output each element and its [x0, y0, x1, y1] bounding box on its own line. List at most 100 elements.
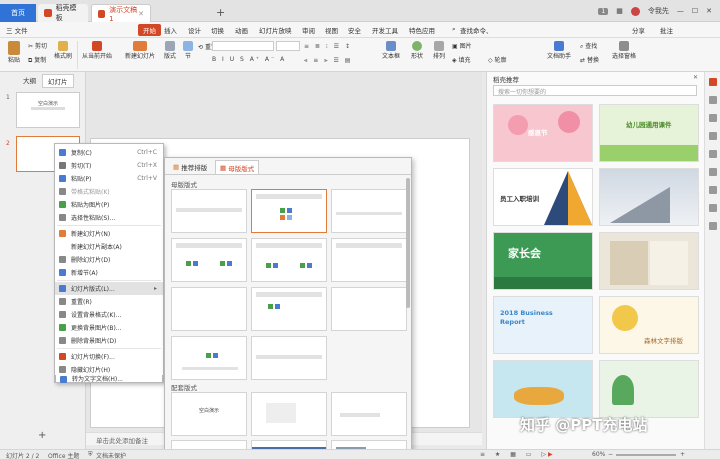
menu-item-paste-formatted[interactable]: 带格式粘贴(K)	[55, 185, 163, 198]
menu-item-delete-background[interactable]: 删除背景图片(D)	[55, 334, 163, 347]
replace-button[interactable]: ⇄ 替换	[580, 55, 599, 64]
view-buttons[interactable]: ≡ ★ ▦ ▭ ▷	[480, 451, 550, 458]
template-card[interactable]	[599, 232, 699, 290]
menu-animation[interactable]: 动画	[235, 25, 248, 35]
menu-item-change-background[interactable]: 更换背景图片(B)...	[55, 321, 163, 334]
menu-item-new-slide[interactable]: 新建幻灯片(N)	[55, 227, 163, 240]
tab-recommended-layout[interactable]: ▦ 推荐排版	[169, 160, 211, 174]
close-pane-icon[interactable]: ✕	[693, 74, 698, 81]
align-buttons[interactable]: ⫷ ≡ ⫸ ☰ ▤	[304, 57, 352, 65]
paragraph-buttons[interactable]: ≡ ≣ ⁝ ☰ ↕	[304, 43, 352, 50]
add-slide-icon[interactable]: +	[38, 430, 46, 441]
palette-icon[interactable]	[709, 132, 717, 140]
layout-thumbnail[interactable]	[331, 238, 407, 282]
menu-item-cut[interactable]: 剪切(T) Ctrl+X	[55, 159, 163, 172]
menu-start[interactable]: 开始	[138, 24, 161, 36]
docer-icon[interactable]	[709, 78, 717, 86]
popup-scrollbar[interactable]	[406, 178, 410, 308]
share-button[interactable]: 分享	[632, 25, 645, 35]
command-search[interactable]: 查找命令、	[460, 25, 493, 35]
avatar[interactable]	[630, 6, 640, 16]
zoom-level[interactable]: 60%	[592, 451, 605, 458]
menu-item-slide-transition[interactable]: 幻灯片切换(F)...	[55, 350, 163, 363]
layout-thumbnail[interactable]	[251, 238, 327, 282]
maximize-icon[interactable]: ☐	[692, 7, 698, 15]
protect-status[interactable]: 文档未保护	[96, 451, 126, 459]
zoom-out-icon[interactable]: −	[608, 451, 613, 458]
template-search-input[interactable]: 搜索一切你想要的	[493, 85, 697, 96]
textbox-button[interactable]: 文本框	[378, 41, 404, 60]
layout-thumbnail[interactable]	[331, 287, 407, 331]
tab-master-layout[interactable]: ▦ 母版版式	[215, 160, 260, 174]
menu-developer[interactable]: 开发工具	[372, 25, 398, 35]
minimize-icon[interactable]: —	[677, 7, 684, 15]
arrange-button[interactable]: 排列	[430, 41, 448, 60]
copy-button[interactable]: ⧉ 复制	[28, 55, 46, 65]
shape-icon[interactable]	[709, 150, 717, 158]
cursor-icon[interactable]	[709, 96, 717, 104]
tab-home[interactable]: 首页	[0, 4, 36, 22]
template-card[interactable]: 森林文字排版	[599, 296, 699, 354]
star-icon[interactable]	[709, 114, 717, 122]
zoom-slider[interactable]	[616, 454, 676, 456]
menu-item-paste[interactable]: 粘贴(P) Ctrl+V	[55, 172, 163, 185]
template-card[interactable]	[493, 360, 593, 418]
notification-badge[interactable]: 1	[598, 7, 609, 15]
menu-item-paste-as-image[interactable]: 粘贴为图片(P)	[55, 198, 163, 211]
layout-button[interactable]: 版式	[162, 41, 178, 60]
menu-file[interactable]: 三 文件	[6, 25, 28, 35]
menu-item-background-format[interactable]: 设置背景格式(K)...	[55, 308, 163, 321]
picture-button[interactable]: ▣ 图片	[452, 41, 472, 50]
template-card[interactable]: 幼儿园通用课件	[599, 104, 699, 162]
menu-review[interactable]: 审阅	[302, 25, 315, 35]
template-card[interactable]: 感恩节	[493, 104, 593, 162]
play-icon[interactable]: ▶	[548, 451, 553, 458]
menu-item-reset[interactable]: 重置(R)	[55, 295, 163, 308]
fill-button[interactable]: ◈ 填充	[452, 55, 471, 64]
menu-transition[interactable]: 切换	[211, 25, 224, 35]
menu-item-duplicate-slide[interactable]: 新建幻灯片副本(A)	[55, 240, 163, 253]
menu-insert[interactable]: 插入	[164, 25, 177, 35]
tab-presentation[interactable]: 演示文稿1 ✕	[91, 4, 151, 23]
matched-layout-thumbnail[interactable]: 空白演示	[171, 392, 247, 436]
animation-icon[interactable]	[709, 204, 717, 212]
font-name-select[interactable]	[212, 41, 274, 51]
template-card[interactable]: 员工入职培训	[493, 168, 593, 226]
template-card[interactable]: 2018 Business Report	[493, 296, 593, 354]
close-window-icon[interactable]: ✕	[706, 7, 712, 15]
menu-item-convert-to-doc[interactable]: 转为文字文档(H)...	[55, 375, 163, 383]
shape-button[interactable]: 形状	[408, 41, 426, 60]
font-size-select[interactable]	[276, 41, 300, 51]
matched-layout-thumbnail[interactable]	[331, 392, 407, 436]
layout-thumbnail[interactable]	[171, 336, 247, 380]
chart-icon[interactable]	[709, 168, 717, 176]
cut-button[interactable]: ✂ 剪切	[28, 41, 47, 50]
layout-thumbnail-selected[interactable]	[251, 189, 327, 233]
menu-design[interactable]: 设计	[188, 25, 201, 35]
menu-slideshow[interactable]: 幻灯片放映	[259, 25, 292, 35]
find-button[interactable]: ⌕ 查找	[580, 41, 597, 51]
menu-item-slide-layout[interactable]: 幻灯片版式(L)... ▸	[55, 282, 163, 295]
format-painter-button[interactable]: 格式刷	[52, 41, 74, 60]
new-slide-button[interactable]: 新建幻灯片	[122, 41, 158, 60]
close-tab-icon[interactable]: ✕	[138, 10, 144, 18]
menu-security[interactable]: 安全	[348, 25, 361, 35]
backup-icon[interactable]	[709, 222, 717, 230]
new-tab-icon[interactable]: +	[216, 6, 225, 19]
layout-thumbnail[interactable]	[251, 287, 327, 331]
play-from-current-button[interactable]: 从当前开始	[80, 41, 114, 60]
font-style-buttons[interactable]: B I U S A⁺ A⁻ A	[212, 56, 286, 63]
tab-slides[interactable]: 幻灯片	[42, 74, 74, 88]
template-card[interactable]: 家长会	[493, 232, 593, 290]
menu-item-paste-special[interactable]: 选择性粘贴(S)...	[55, 211, 163, 224]
select-pane-button[interactable]: 选择窗格	[610, 41, 638, 60]
template-card[interactable]	[599, 168, 699, 226]
layout-thumbnail[interactable]	[171, 189, 247, 233]
matched-layout-thumbnail[interactable]	[251, 392, 327, 436]
user-name[interactable]: 令我先	[648, 6, 669, 16]
template-card[interactable]	[599, 360, 699, 418]
layout-thumbnail[interactable]	[171, 287, 247, 331]
zoom-in-icon[interactable]: +	[680, 451, 685, 458]
slide-thumbnail[interactable]: 空白演示	[16, 92, 80, 128]
grid-icon[interactable]: ▦	[616, 7, 623, 15]
